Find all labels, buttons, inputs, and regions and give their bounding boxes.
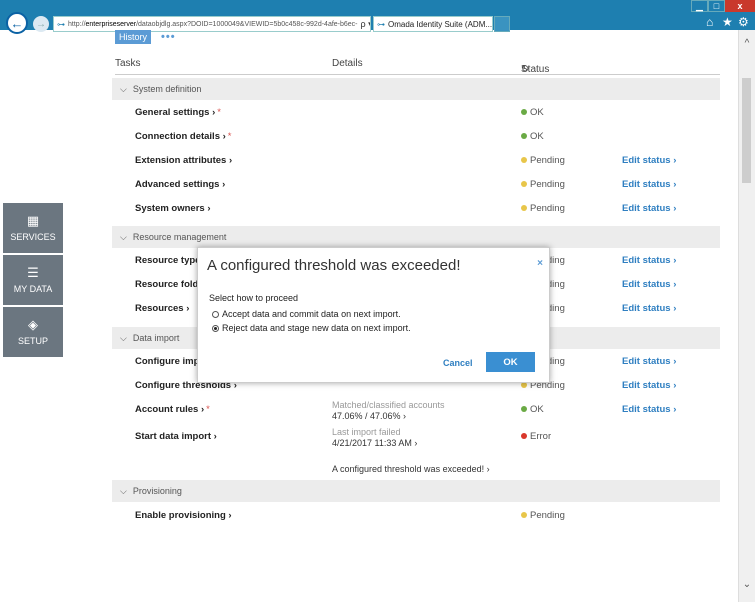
close-icon[interactable]: ×: [537, 258, 543, 269]
ok-button[interactable]: OK: [486, 352, 535, 372]
cancel-button[interactable]: Cancel: [443, 358, 473, 368]
scroll-down-icon[interactable]: ⌄: [739, 577, 755, 591]
minimize-button[interactable]: ▁: [691, 0, 708, 12]
close-window-button[interactable]: x: [725, 0, 755, 12]
tab-site-icon: ⊶: [377, 19, 385, 29]
tab-title: Omada Identity Suite (ADM...: [388, 19, 493, 29]
maximize-button[interactable]: □: [708, 0, 725, 12]
address-host: enterpriseserver: [85, 20, 137, 28]
option-label: Accept data and commit data on next impo…: [222, 309, 401, 319]
address-controls[interactable]: ρ ▾ ↻: [358, 19, 370, 30]
dialog-prompt: Select how to proceed: [209, 293, 299, 303]
address-rest: /dataobjdlg.aspx?DOID=1000049&VIEWID=5b0…: [136, 20, 358, 28]
threshold-dialog: A configured threshold was exceeded! × S…: [197, 247, 550, 383]
window-controls: ▁ □ x: [691, 0, 755, 12]
scroll-thumb[interactable]: [742, 78, 751, 183]
settings-gear-icon[interactable]: ⚙: [738, 15, 749, 29]
scroll-up-icon[interactable]: ^: [739, 36, 755, 50]
dialog-title: A configured threshold was exceeded!: [207, 257, 461, 274]
home-icon[interactable]: ⌂: [706, 15, 713, 29]
address-prefix: http://: [68, 20, 86, 28]
site-icon: ⊶: [57, 19, 65, 29]
vertical-scrollbar[interactable]: ^ ⌄: [738, 30, 755, 602]
radio-reject[interactable]: [212, 324, 219, 332]
browser-chrome: ▁ □ x ← → ⊶ http://enterpriseserver/data…: [0, 0, 755, 34]
option-reject[interactable]: Reject data and stage new data on next i…: [212, 323, 411, 333]
tab-close-icon[interactable]: ×: [492, 20, 493, 29]
option-accept[interactable]: Accept data and commit data on next impo…: [212, 309, 401, 319]
option-label: Reject data and stage new data on next i…: [222, 323, 411, 333]
radio-accept[interactable]: [212, 310, 219, 318]
favorites-icon[interactable]: ★: [722, 15, 733, 29]
